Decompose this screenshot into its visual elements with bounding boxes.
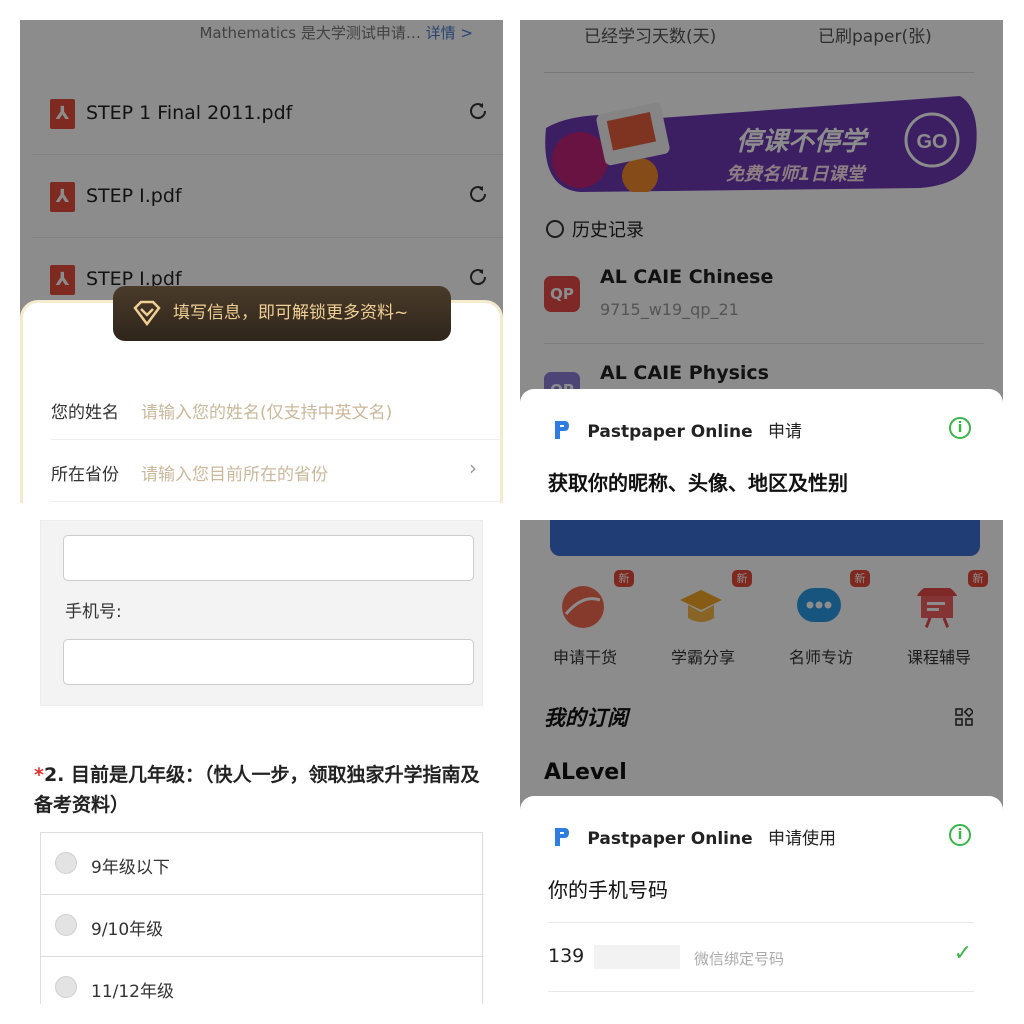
diamond-icon [133,300,161,326]
required-mark: * [34,764,44,786]
option-label: 9年级以下 [91,858,170,878]
auth-header: Pastpaper Online 申请 [554,417,802,442]
phone-option[interactable]: 139 微信绑定号码 ✓ [548,922,974,992]
info-icon[interactable]: i [949,824,971,846]
chevron-right-icon: › [469,456,477,480]
app-name: Pastpaper Online [587,422,753,442]
question-title: *2. 目前是几年级：（快人一步，领取独家升学指南及备考资料） [34,760,489,820]
contact-box: 手机号: [40,520,483,706]
radio-button[interactable] [55,852,77,874]
auth-action-text: 申请 [768,422,803,442]
province-label: 所在省份 [51,465,119,485]
banner-text: 填写信息，即可解锁更多资料~ [173,303,409,323]
auth-permission-title: 获取你的昵称、头像、地区及性别 [548,471,848,495]
unlock-banner: 填写信息，即可解锁更多资料~ [113,286,451,341]
info-icon[interactable]: i [949,417,971,439]
phone-number: 139 [548,945,585,967]
phone-auth-title: 你的手机号码 [548,878,668,902]
auth-header: Pastpaper Online 申请使用 [554,824,836,849]
phone-input[interactable] [63,639,474,685]
pastpaper-logo-icon [555,828,569,846]
auth-action-text: 申请使用 [768,829,837,849]
phone-label: 手机号: [65,602,122,622]
option-label: 11/12年级 [91,982,174,1002]
pastpaper-logo-icon [555,421,569,439]
phone-mask [594,945,680,969]
phone-tag: 微信绑定号码 [694,950,785,968]
option-label: 9/10年级 [91,920,164,940]
auth-sheet: Pastpaper Online 申请 i 获取你的昵称、头像、地区及性别 [520,389,1003,520]
radio-button[interactable] [55,914,77,936]
check-icon: ✓ [953,941,972,966]
pdf-list-panel: Mathematics 是大学测试申请… 详情 > ⅄ STEP 1 Final… [20,20,503,503]
grade-options: 9年级以下 9/10年级 11/12年级 [40,832,484,1004]
profile-panel: 已经学习天数(天) 已刷paper(张) GO 停课不停学 免费名师1日课堂 历… [520,20,1003,520]
home-panel: 新 申请干货 新 学霸分享 新 名师专访 新 课程辅导 我的订阅 ALevel … [520,520,1003,1004]
province-input[interactable]: 请输入您目前所在的省份 [141,460,328,485]
survey-form-panel: 手机号: *2. 目前是几年级：（快人一步，领取独家升学指南及备考资料） 9年级… [20,520,503,1004]
radio-button[interactable] [55,976,77,998]
name-field[interactable]: 您的姓名 请输入您的姓名(仅支持中英文名) [51,378,501,440]
name-label: 您的姓名 [51,403,119,423]
info-form-sheet: 填写信息，即可解锁更多资料~ 您的姓名 请输入您的姓名(仅支持中英文名) 所在省… [20,286,503,503]
grade-option[interactable]: 9年级以下 [41,833,484,895]
name-input[interactable]: 请输入您的姓名(仅支持中英文名) [141,398,392,423]
phone-auth-sheet: Pastpaper Online 申请使用 i 你的手机号码 139 微信绑定号… [520,796,1003,1004]
question-text: 2. 目前是几年级：（快人一步，领取独家升学指南及备考资料） [34,764,480,816]
text-input[interactable] [63,535,474,581]
grade-option[interactable]: 11/12年级 [41,957,484,1004]
grade-option[interactable]: 9/10年级 [41,895,484,957]
app-name: Pastpaper Online [587,829,753,849]
province-field[interactable]: 所在省份 请输入您目前所在的省份 › [51,440,501,502]
